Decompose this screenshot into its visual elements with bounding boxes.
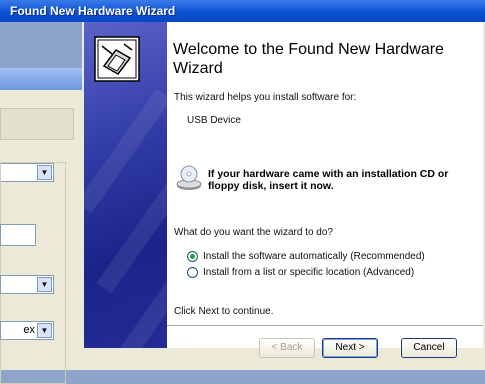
cd-notice: If your hardware came with an installati… [208, 168, 449, 192]
title-bar[interactable]: Found New Hardware Wizard [10, 0, 485, 22]
window-title: Found New Hardware Wizard [10, 4, 176, 18]
question-text: What do you want the wizard to do? [174, 227, 333, 238]
background-groupbox [0, 162, 66, 384]
background-combo-3[interactable]: ex ▼ [0, 321, 54, 340]
background-dialog: ▼ ▼ ex ▼ [0, 68, 82, 384]
background-text-field[interactable] [0, 224, 36, 246]
wizard-heading: Welcome to the Found New Hardware Wizard [173, 41, 444, 77]
device-name: USB Device [187, 115, 241, 126]
wizard-content: Welcome to the Found New Hardware Wizard… [167, 22, 483, 348]
option-label-automatic[interactable]: Install the software automatically (Reco… [203, 251, 425, 262]
cd-icon [176, 165, 202, 190]
intro-text: This wizard helps you install software f… [174, 92, 357, 103]
chevron-down-icon[interactable]: ▼ [37, 277, 52, 292]
radio-install-automatically[interactable] [187, 251, 198, 262]
continue-text: Click Next to continue. [174, 306, 274, 317]
cancel-button[interactable]: Cancel [401, 338, 457, 358]
chevron-down-icon[interactable]: ▼ [37, 323, 52, 338]
wizard-banner [84, 22, 167, 348]
background-panel [0, 108, 74, 140]
option-label-advanced[interactable]: Install from a list or specific location… [203, 267, 414, 278]
background-combo-2[interactable]: ▼ [0, 275, 54, 294]
wizard-window: Found New Hardware Wizard Welcome to the… [0, 0, 485, 370]
radio-install-from-list[interactable] [187, 267, 198, 278]
background-dialog-titlebar [0, 68, 82, 90]
background-combo-text: ex [23, 324, 35, 336]
next-button[interactable]: Next > [322, 338, 378, 358]
hardware-wizard-icon [94, 36, 140, 82]
button-separator [167, 325, 483, 326]
back-button[interactable]: < Back [259, 338, 315, 358]
